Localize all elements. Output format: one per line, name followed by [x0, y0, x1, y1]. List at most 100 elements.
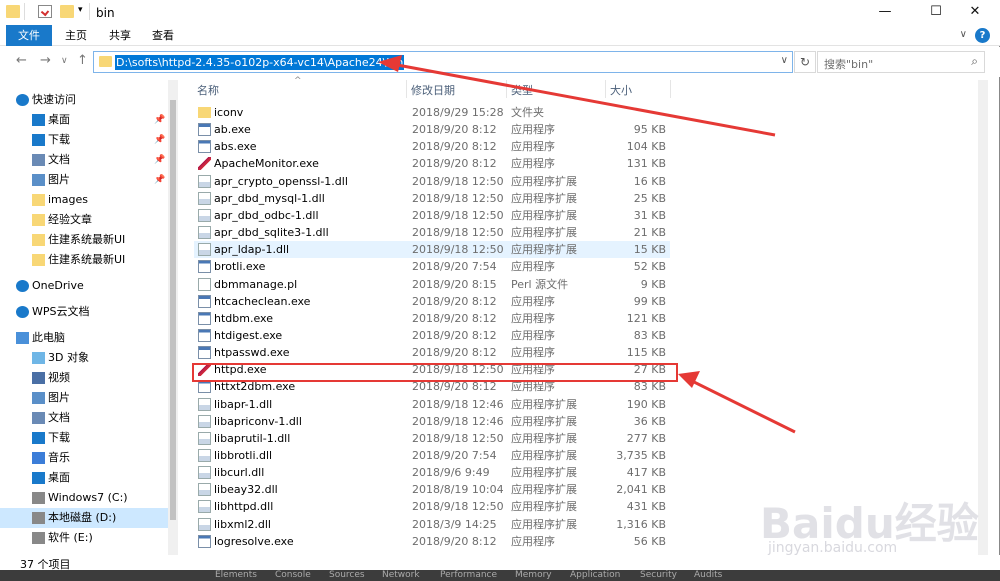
column-size[interactable]: 大小	[610, 82, 632, 98]
file-row[interactable]: libxml2.dll 2018/3/9 14:25 应用程序扩展 1,316 KB	[194, 516, 670, 533]
file-row[interactable]: htcacheclean.exe 2018/9/20 8:12 应用程序 99 KB	[194, 293, 670, 310]
forward-icon[interactable]: →	[40, 53, 51, 68]
file-name: apr_dbd_mysql-1.dll	[214, 191, 325, 205]
devtools-tab[interactable]: Sources	[329, 570, 365, 580]
sidebar-item[interactable]: 本地磁盘 (D:)	[0, 508, 168, 528]
sidebar-item[interactable]: 桌面 📌	[0, 110, 168, 130]
tab-home[interactable]: 主页	[55, 25, 97, 46]
sidebar-item[interactable]: 文档 📌	[0, 150, 168, 170]
devtools-tab[interactable]: Network	[382, 570, 420, 580]
customize-qa-icon[interactable]: ▾	[78, 5, 83, 15]
devtools-tab[interactable]: Performance	[440, 570, 497, 580]
sidebar-item[interactable]: 视频	[0, 368, 168, 388]
sidebar-item[interactable]: WPS云文档	[0, 302, 168, 322]
file-size: 115 KB	[626, 346, 666, 360]
new-folder-icon[interactable]	[60, 5, 74, 18]
address-bar[interactable]: D:\softs\httpd-2.4.35-o102p-x64-vc14\Apa…	[93, 51, 793, 73]
expand-ribbon-icon[interactable]: ∨	[960, 29, 967, 40]
file-row[interactable]: htdigest.exe 2018/9/20 8:12 应用程序 83 KB	[194, 327, 670, 344]
file-row[interactable]: abs.exe 2018/9/20 8:12 应用程序 104 KB	[194, 138, 670, 155]
sidebar-item[interactable]: 下载	[0, 428, 168, 448]
properties-icon[interactable]	[38, 5, 52, 18]
sidebar-item[interactable]: 文档	[0, 408, 168, 428]
file-size: 104 KB	[626, 140, 666, 154]
sidebar-item[interactable]: 住建系统最新UI	[0, 230, 168, 250]
sidebar-item[interactable]: 住建系统最新UI	[0, 250, 168, 270]
chevron-down-icon[interactable]: ∨	[781, 55, 788, 66]
apache-feather-icon	[198, 157, 211, 171]
pin-icon[interactable]: 📌	[154, 150, 165, 170]
sidebar-item[interactable]: 下载 📌	[0, 130, 168, 150]
file-row[interactable]: apr_dbd_mysql-1.dll 2018/9/18 12:50 应用程序扩展…	[194, 190, 670, 207]
sidebar-item[interactable]: 快速访问	[0, 90, 168, 110]
back-icon[interactable]: ←	[16, 53, 27, 68]
column-name[interactable]: 名称	[197, 82, 219, 98]
file-row[interactable]: libapr-1.dll 2018/9/18 12:46 应用程序扩展 190 KB	[194, 396, 670, 413]
devtools-tab[interactable]: Security	[640, 570, 677, 580]
column-header: ^ 名称 修改日期 类型 大小	[180, 76, 988, 98]
sidebar-item[interactable]: 图片 📌	[0, 170, 168, 190]
sidebar-item-label: 文档	[48, 411, 70, 424]
file-row[interactable]: ab.exe 2018/9/20 8:12 应用程序 95 KB	[194, 121, 670, 138]
tab-view[interactable]: 查看	[142, 25, 184, 46]
dll-icon	[198, 397, 211, 411]
sidebar-item[interactable]: 桌面	[0, 468, 168, 488]
file-row[interactable]: iconv 2018/9/29 15:28 文件夹	[194, 104, 670, 121]
column-date[interactable]: 修改日期	[411, 82, 455, 98]
file-name: libcurl.dll	[214, 466, 265, 480]
devtools-tab[interactable]: Console	[275, 570, 311, 580]
devtools-tab[interactable]: Elements	[215, 570, 257, 580]
file-row[interactable]: dbmmanage.pl 2018/9/20 8:15 Perl 源文件 9 KB	[194, 276, 670, 293]
file-row[interactable]: libhttpd.dll 2018/9/18 12:50 应用程序扩展 431 KB	[194, 498, 670, 515]
recent-locations-icon[interactable]: ∨	[61, 56, 68, 66]
exe-icon	[198, 260, 211, 274]
up-icon[interactable]: ↑	[77, 53, 88, 68]
file-row[interactable]: libbrotli.dll 2018/9/20 7:54 应用程序扩展 3,735 K…	[194, 447, 670, 464]
sidebar-item[interactable]: Windows7 (C:)	[0, 488, 168, 508]
file-row[interactable]: logresolve.exe 2018/9/20 8:12 应用程序 56 KB	[194, 533, 670, 550]
search-input[interactable]: 搜索"bin" ⌕	[817, 51, 985, 73]
dll-icon	[198, 208, 211, 222]
file-date: 2018/9/20 8:12	[412, 346, 497, 360]
pin-icon[interactable]: 📌	[154, 110, 165, 130]
file-row[interactable]: htpasswd.exe 2018/9/20 8:12 应用程序 115 KB	[194, 344, 670, 361]
file-row[interactable]: libcurl.dll 2018/9/6 9:49 应用程序扩展 417 KB	[194, 464, 670, 481]
sidebar-item[interactable]: 此电脑	[0, 328, 168, 348]
file-row[interactable]: htdbm.exe 2018/9/20 8:12 应用程序 121 KB	[194, 310, 670, 327]
search-icon[interactable]: ⌕	[971, 54, 978, 69]
sidebar-scrollbar[interactable]	[168, 80, 178, 555]
help-icon[interactable]: ?	[975, 28, 990, 43]
sidebar-item[interactable]: images	[0, 190, 168, 210]
scrollbar-thumb[interactable]	[170, 100, 176, 520]
column-type[interactable]: 类型	[511, 82, 533, 98]
sidebar-item[interactable]: 音乐	[0, 448, 168, 468]
refresh-icon[interactable]: ↻	[794, 51, 816, 73]
devtools-tab[interactable]: Audits	[694, 570, 722, 580]
devtools-tab[interactable]: Application	[570, 570, 620, 580]
sidebar-item[interactable]: 软件 (E:)	[0, 528, 168, 548]
file-row[interactable]: apr_crypto_openssl-1.dll 2018/9/18 12:50 应…	[194, 173, 670, 190]
file-row[interactable]: apr_dbd_odbc-1.dll 2018/9/18 12:50 应用程序扩展 3…	[194, 207, 670, 224]
sidebar-item[interactable]: 图片	[0, 388, 168, 408]
file-row[interactable]: apr_dbd_sqlite3-1.dll 2018/9/18 12:50 应用程序…	[194, 224, 670, 241]
sidebar-item[interactable]: OneDrive	[0, 276, 168, 296]
tab-share[interactable]: 共享	[99, 25, 141, 46]
tab-file[interactable]: 文件	[6, 25, 52, 46]
pin-icon[interactable]: 📌	[154, 130, 165, 150]
file-row[interactable]: libaprutil-1.dll 2018/9/18 12:50 应用程序扩展 277…	[194, 430, 670, 447]
file-row[interactable]: brotli.exe 2018/9/20 7:54 应用程序 52 KB	[194, 258, 670, 275]
close-button[interactable]: ✕	[952, 0, 998, 25]
devtools-tab[interactable]: Memory	[515, 570, 552, 580]
file-row[interactable]: ApacheMonitor.exe 2018/9/20 8:12 应用程序 131 K…	[194, 155, 670, 172]
pin-icon[interactable]: 📌	[154, 170, 165, 190]
file-type: 应用程序扩展	[511, 243, 577, 257]
file-row[interactable]: libeay32.dll 2018/8/19 10:04 应用程序扩展 2,041 K…	[194, 481, 670, 498]
sidebar-item[interactable]: 3D 对象	[0, 348, 168, 368]
sidebar-item[interactable]: 经验文章	[0, 210, 168, 230]
file-row[interactable]: apr_ldap-1.dll 2018/9/18 12:50 应用程序扩展 15 KB	[194, 241, 670, 259]
file-row[interactable]: libapriconv-1.dll 2018/9/18 12:46 应用程序扩展 36…	[194, 413, 670, 430]
list-scrollbar[interactable]	[978, 80, 988, 555]
minimize-button[interactable]: —	[862, 0, 908, 25]
address-path[interactable]: D:\softs\httpd-2.4.35-o102p-x64-vc14\Apa…	[115, 55, 405, 70]
file-date: 2018/8/19 10:04	[412, 483, 504, 497]
